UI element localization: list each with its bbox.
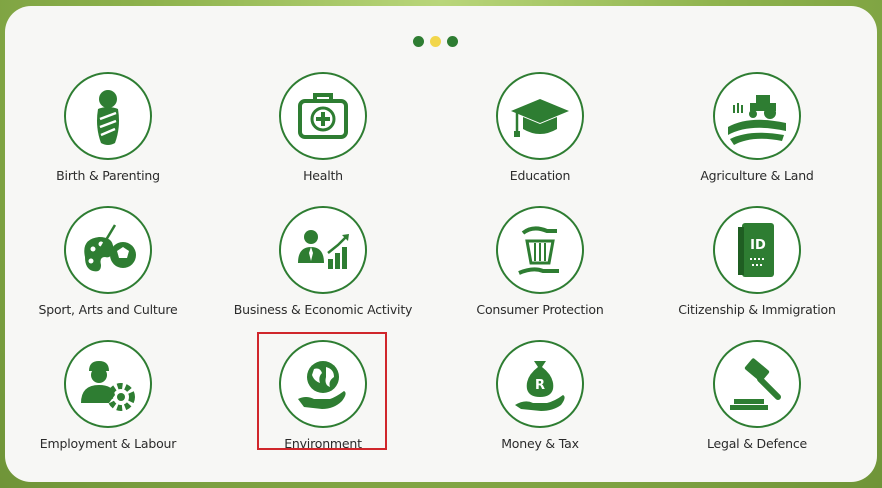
category-label: Consumer Protection: [476, 302, 604, 317]
tractor-field-icon: [728, 95, 786, 145]
category-icon-ring: [64, 340, 152, 428]
gavel-icon: [730, 358, 781, 410]
baby-icon: [97, 90, 119, 145]
id-document-icon: ID: [738, 223, 774, 277]
category-citizenship-immigration[interactable]: ID Citizenship & Immigration: [657, 206, 857, 326]
pager-dot-1[interactable]: [413, 36, 424, 47]
pager-dot-3[interactable]: [447, 36, 458, 47]
svg-text:R: R: [535, 378, 545, 393]
category-icon-ring: [279, 206, 367, 294]
category-label: Business & Economic Activity: [233, 302, 413, 317]
svg-text:ID: ID: [750, 238, 766, 253]
selection-highlight: [257, 332, 387, 450]
category-icon-ring: [496, 72, 584, 160]
palette-ball-icon: [84, 224, 136, 272]
category-birth-parenting[interactable]: Birth & Parenting: [8, 72, 208, 192]
category-icon-ring: R: [496, 340, 584, 428]
worker-gear-icon: [81, 361, 135, 411]
category-sport-arts-culture[interactable]: Sport, Arts and Culture: [8, 206, 208, 326]
category-education[interactable]: Education: [440, 72, 640, 192]
category-label: Citizenship & Immigration: [678, 302, 836, 317]
graduation-cap-icon: [511, 99, 569, 137]
category-label: Legal & Defence: [706, 436, 808, 451]
category-employment-labour[interactable]: Employment & Labour: [8, 340, 208, 460]
category-label: Employment & Labour: [39, 436, 177, 451]
category-label: Sport, Arts and Culture: [38, 302, 178, 317]
category-agriculture-land[interactable]: Agriculture & Land: [657, 72, 857, 192]
category-health[interactable]: Health: [223, 72, 423, 192]
category-icon-ring: [64, 206, 152, 294]
category-consumer-protection[interactable]: Consumer Protection: [440, 206, 640, 326]
category-icon-ring: [713, 340, 801, 428]
category-label: Health: [303, 168, 343, 183]
category-icon-ring: [713, 72, 801, 160]
category-label: Agriculture & Land: [700, 168, 814, 183]
category-icon-ring: [496, 206, 584, 294]
money-bag-hand-icon: R: [515, 361, 565, 411]
category-icon-ring: [64, 72, 152, 160]
category-business-economic[interactable]: Business & Economic Activity: [223, 206, 423, 326]
category-legal-defence[interactable]: Legal & Defence: [657, 340, 857, 460]
category-label: Education: [509, 168, 571, 183]
businessman-chart-icon: [298, 230, 349, 269]
category-label: Birth & Parenting: [56, 168, 160, 183]
category-money-tax[interactable]: R Money & Tax: [440, 340, 640, 460]
pager-dot-2-active[interactable]: [430, 36, 441, 47]
carousel-pager: [413, 36, 458, 47]
category-icon-ring: ID: [713, 206, 801, 294]
category-label: Money & Tax: [501, 436, 579, 451]
basket-hands-icon: [518, 226, 559, 275]
category-icon-ring: [279, 72, 367, 160]
first-aid-kit-icon: [298, 93, 348, 139]
